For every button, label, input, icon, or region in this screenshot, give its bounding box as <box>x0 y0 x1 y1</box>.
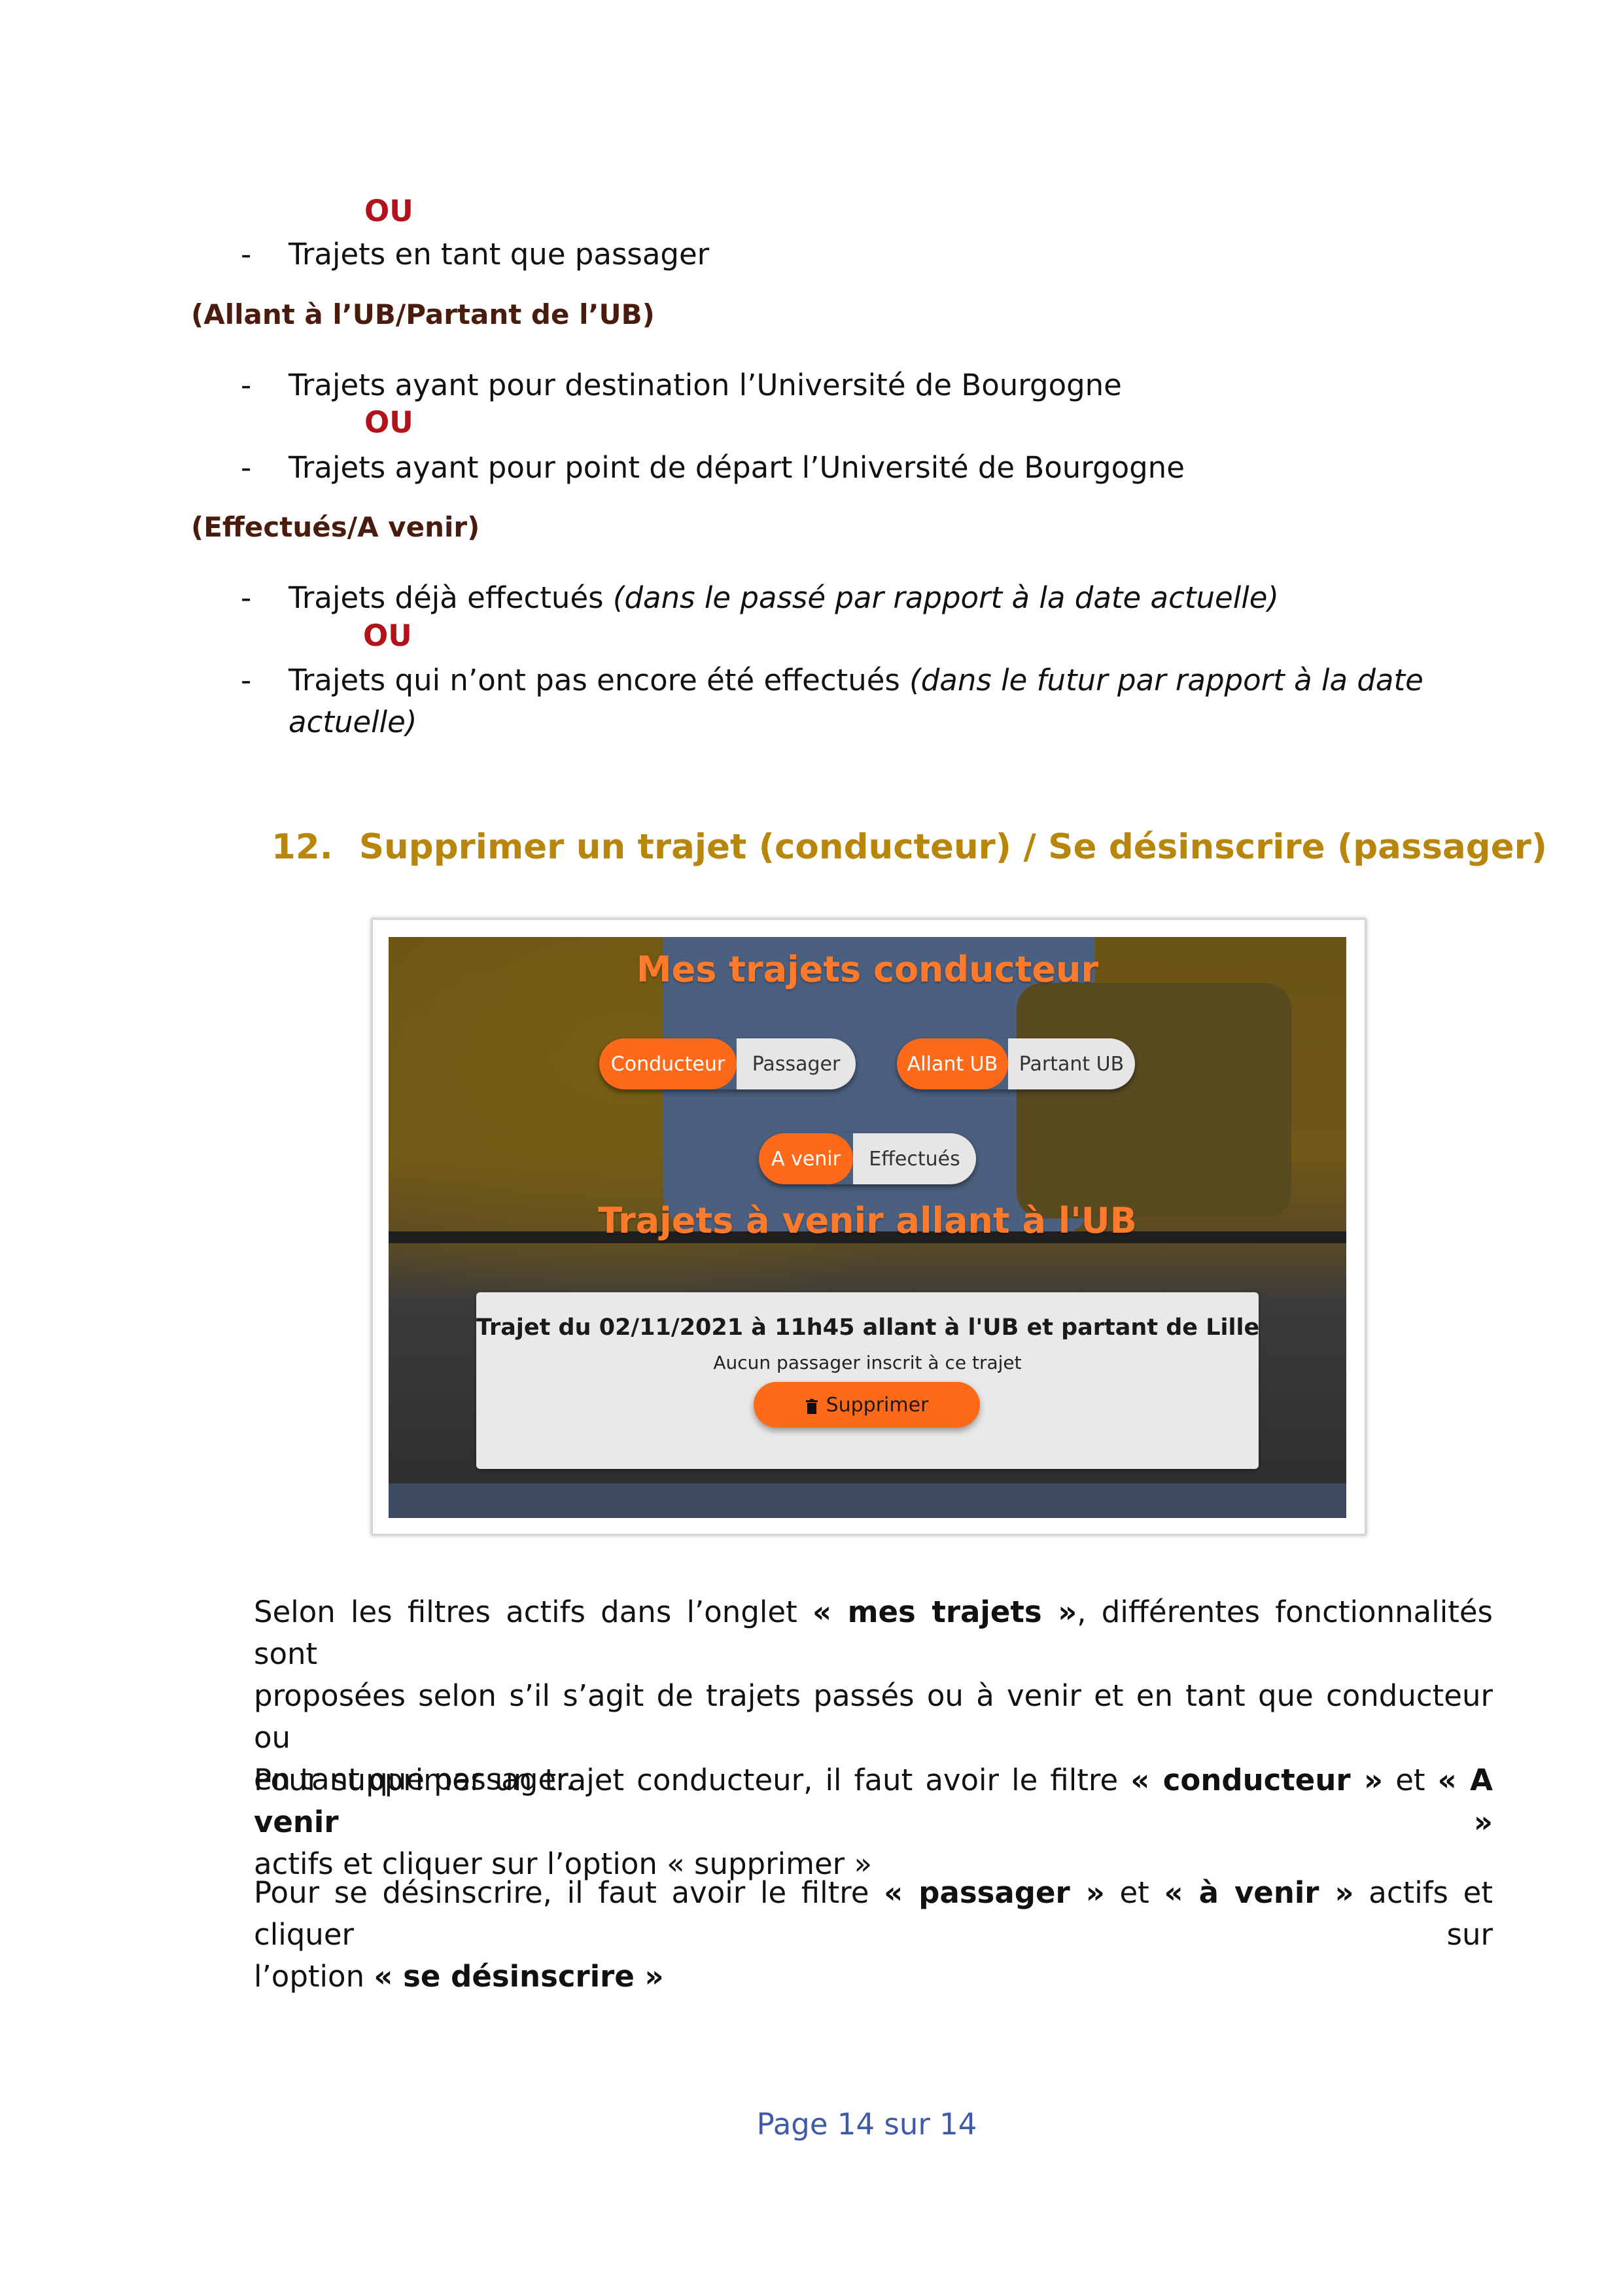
delete-button-label: Supprimer <box>826 1393 929 1417</box>
section-number: 12. <box>271 827 333 867</box>
toggle-role[interactable]: Conducteur Passager <box>599 1038 856 1089</box>
ou-separator: OU <box>364 194 413 228</box>
list-dash: - <box>241 237 252 272</box>
paragraph-line: Selon les filtres actifs dans l’onglet «… <box>254 1595 1493 1671</box>
list-item-note: (dans le futur par rapport à la date <box>909 663 1423 698</box>
list-dash: - <box>241 450 252 485</box>
toggle-allant-ub[interactable]: Allant UB <box>897 1038 1008 1089</box>
paragraph-unsubscribe: Pour se désinscrire, il faut avoir le fi… <box>254 1872 1493 1998</box>
paragraph-line: l’option « se désinscrire » <box>254 1959 664 1994</box>
toggle-effectues[interactable]: Effectués <box>853 1133 976 1184</box>
app-screenshot: Mes trajets conducteur Conducteur Passag… <box>389 937 1346 1518</box>
paragraph-line: Pour supprimer un trajet conducteur, il … <box>254 1763 1493 1839</box>
section-title-text: Supprimer un trajet (conducteur) / Se dé… <box>358 827 1548 867</box>
trip-card: Trajet du 02/11/2021 à 11h45 allant à l'… <box>476 1292 1259 1469</box>
ou-separator: OU <box>364 405 413 440</box>
background-shape <box>1017 983 1291 1218</box>
list-dash: - <box>241 580 252 615</box>
background-band <box>389 1483 1346 1518</box>
list-item-continuation: actuelle) <box>288 701 417 743</box>
paragraph-line: Pour se désinscrire, il faut avoir le fi… <box>254 1875 1493 1952</box>
toggle-partant-ub[interactable]: Partant UB <box>1008 1038 1135 1089</box>
filter-heading-time: (Effectués/A venir) <box>191 511 480 543</box>
filter-heading-ub: (Allant à l’UB/Partant de l’UB) <box>191 298 655 330</box>
list-item-note: actuelle) <box>288 705 417 739</box>
screen-title: Mes trajets conducteur <box>636 949 1099 990</box>
list-item-note: (dans le passé par rapport à la date act… <box>612 580 1279 615</box>
toggle-conducteur[interactable]: Conducteur <box>599 1038 737 1089</box>
paragraph-delete: Pour supprimer un trajet conducteur, il … <box>254 1759 1493 1885</box>
list-dash: - <box>241 368 252 402</box>
toggle-a-venir[interactable]: A venir <box>759 1133 853 1184</box>
toggle-time[interactable]: A venir Effectués <box>759 1133 976 1184</box>
list-item-text: Trajets qui n’ont pas encore été effectu… <box>288 663 910 698</box>
list-item-text: Trajets déjà effectués <box>288 580 613 615</box>
page-number: Page 14 sur 14 <box>756 2107 977 2142</box>
list-item: Trajets ayant pour destination l’Univers… <box>288 368 1122 402</box>
list-item: Trajets qui n’ont pas encore été effectu… <box>288 660 1423 701</box>
section-title: 12. Supprimer un trajet (conducteur) / Se… <box>271 827 1547 867</box>
paragraph-line: proposées selon s’il s’agit de trajets p… <box>254 1678 1493 1755</box>
screenshot-frame: Mes trajets conducteur Conducteur Passag… <box>371 918 1367 1536</box>
trip-passengers: Aucun passager inscrit à ce trajet <box>713 1352 1022 1373</box>
toggle-passager[interactable]: Passager <box>737 1038 856 1089</box>
ou-separator: OU <box>363 618 412 653</box>
trash-icon <box>805 1397 818 1414</box>
delete-button[interactable]: Supprimer <box>754 1382 980 1428</box>
toggle-direction[interactable]: Allant UB Partant UB <box>897 1038 1135 1089</box>
list-item: Trajets ayant pour point de départ l’Uni… <box>288 450 1185 485</box>
trip-title: Trajet du 02/11/2021 à 11h45 allant à l'… <box>476 1315 1260 1341</box>
list-item: Trajets en tant que passager <box>288 237 710 272</box>
list-title: Trajets à venir allant à l'UB <box>598 1200 1137 1241</box>
list-item: Trajets déjà effectués (dans le passé pa… <box>288 577 1279 619</box>
list-dash: - <box>241 663 252 698</box>
